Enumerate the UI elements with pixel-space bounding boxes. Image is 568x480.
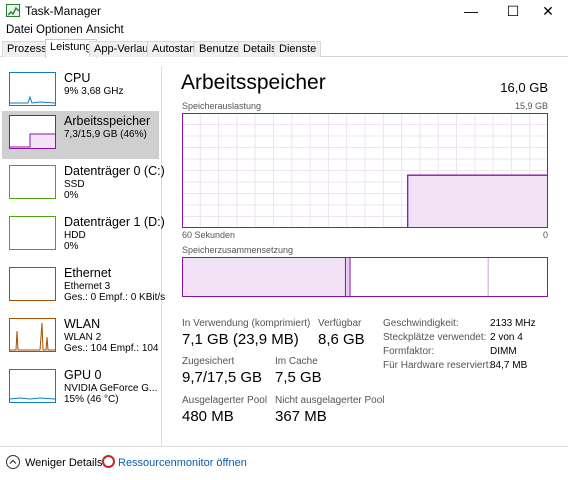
task-manager-icon (6, 4, 20, 17)
total-memory: 16,0 GB (500, 80, 548, 95)
memory-usage-chart (182, 113, 548, 228)
performance-sidebar: CPU 9% 3,68 GHz Arbeitsspeicher 7,3/15,9… (0, 66, 165, 446)
usage-chart-max: 15,9 GB (514, 101, 548, 111)
fewer-details-button[interactable]: Weniger Details (25, 457, 102, 469)
sidebar-item-label: GPU 0 (64, 368, 102, 382)
wlan-mini-graph (9, 318, 56, 352)
sidebar-item-detail: Ges.: 104 Empf.: 104 KBit/s (64, 343, 159, 354)
stat-value: 480 MB (182, 408, 234, 425)
sidebar-item-detail: HDD (64, 230, 86, 241)
sidebar-item-cpu[interactable]: CPU 9% 3,68 GHz (2, 68, 159, 116)
prop-label-form-factor: Formfaktor: (383, 346, 435, 357)
menu-ansicht[interactable]: Ansicht (86, 24, 124, 36)
sidebar-item-detail: WLAN 2 (64, 332, 102, 343)
prop-label-hardware-reserved: Für Hardware reserviert: (383, 360, 492, 371)
resource-monitor-icon (102, 455, 115, 468)
cpu-mini-graph (9, 72, 56, 106)
close-button[interactable]: ✕ (532, 0, 564, 22)
memory-composition-chart (182, 257, 548, 297)
sidebar-item-label: Datenträger 0 (C:) (64, 164, 165, 178)
title-bar: Task-Manager — ☐ ✕ (0, 0, 568, 22)
sidebar-item-label: Datenträger 1 (D:) (64, 215, 165, 229)
sidebar-item-detail: NVIDIA GeForce G... (64, 383, 158, 394)
window-title: Task-Manager (25, 4, 102, 18)
disk-0-mini-graph (9, 165, 56, 199)
stat-in-use: In Verwendung (komprimiert) 7,1 GB (23,9… (182, 318, 310, 348)
memory-usage-area (407, 175, 548, 228)
stat-label: In Verwendung (komprimiert) (182, 318, 311, 329)
sidebar-item-wlan[interactable]: WLAN WLAN 2 Ges.: 104 Empf.: 104 KBit/s (2, 314, 159, 362)
prop-label-speed: Geschwindigkeit: (383, 318, 459, 329)
prop-label-slots: Steckplätze verwendet: (383, 332, 487, 343)
page-title: Arbeitsspeicher (181, 71, 326, 94)
prop-value-form-factor: DIMM (490, 346, 517, 357)
stat-value: 7,5 GB (275, 369, 322, 386)
menu-optionen[interactable]: Optionen (36, 24, 83, 36)
sidebar-item-disk-1[interactable]: Datenträger 1 (D:) HDD 0% (2, 212, 165, 260)
sidebar-item-detail: SSD (64, 179, 85, 190)
stat-paged-pool: Ausgelagerter Pool 480 MB (182, 395, 267, 425)
maximize-button[interactable]: ☐ (497, 0, 529, 22)
memory-mini-graph (9, 115, 56, 149)
chevron-up-icon[interactable] (6, 455, 20, 469)
stat-label: Verfügbar (318, 318, 362, 329)
disk-1-mini-graph (9, 216, 56, 250)
stat-value: 9,7/17,5 GB (182, 369, 263, 386)
composition-modified (345, 257, 351, 297)
prop-value-slots: 2 von 4 (490, 332, 523, 343)
stat-committed: Zugesichert 9,7/17,5 GB (182, 356, 262, 386)
stat-cached: Im Cache 7,5 GB (275, 356, 322, 386)
gpu-mini-graph (9, 369, 56, 403)
tab-dienste[interactable]: Dienste (274, 41, 322, 57)
resource-monitor-link[interactable]: Ressourcenmonitor öffnen (118, 457, 247, 469)
x-axis-start-label: 60 Sekunden (182, 230, 236, 240)
composition-in-use (182, 257, 346, 297)
sidebar-item-detail: 0% (64, 241, 79, 252)
stat-label: Nicht ausgelagerter Pool (275, 395, 385, 406)
sidebar-item-label: WLAN (64, 317, 101, 331)
stat-available: Verfügbar 8,6 GB (318, 318, 365, 348)
composition-free (488, 257, 548, 297)
usage-chart-label: Speicherauslastung (182, 101, 262, 111)
prop-value-hardware-reserved: 84,7 MB (490, 360, 528, 371)
sidebar-item-disk-0[interactable]: Datenträger 0 (C:) SSD 0% (2, 161, 165, 209)
stat-value: 7,1 GB (23,9 MB) (182, 331, 299, 348)
sidebar-item-memory[interactable]: Arbeitsspeicher 7,3/15,9 GB (46%) (2, 111, 159, 159)
stat-value: 8,6 GB (318, 331, 365, 348)
composition-chart-label: Speicherzusammensetzung (182, 245, 294, 255)
x-axis-end-label: 0 (542, 230, 548, 240)
stat-label: Zugesichert (182, 356, 235, 367)
sidebar-item-label: CPU (64, 71, 91, 85)
tab-autostart[interactable]: Autostart (147, 41, 202, 57)
prop-value-speed: 2133 MHz (490, 318, 536, 329)
menu-bar: Datei Optionen Ansicht (0, 22, 568, 40)
stat-label: Im Cache (275, 356, 318, 367)
sidebar-item-label: Ethernet (64, 266, 112, 280)
sidebar-item-detail: 15% (46 °C) (64, 394, 119, 405)
menu-datei[interactable]: Datei (6, 24, 33, 36)
sidebar-item-ethernet[interactable]: Ethernet Ethernet 3 Ges.: 0 Empf.: 0 KBi… (2, 263, 165, 311)
sidebar-item-detail: 0% (64, 190, 79, 201)
minimize-button[interactable]: — (455, 0, 487, 22)
stat-label: Ausgelagerter Pool (182, 395, 268, 406)
sidebar-item-detail: Ethernet 3 (64, 281, 111, 292)
sidebar-item-gpu[interactable]: GPU 0 NVIDIA GeForce G... 15% (46 °C) (2, 365, 159, 413)
composition-standby (350, 257, 489, 297)
ethernet-mini-graph (9, 267, 56, 301)
stat-nonpaged-pool: Nicht ausgelagerter Pool 367 MB (275, 395, 385, 425)
sidebar-item-detail: Ges.: 0 Empf.: 0 KBit/s (64, 292, 166, 303)
sidebar-item-detail: 7,3/15,9 GB (46%) (64, 129, 147, 140)
stat-value: 367 MB (275, 408, 327, 425)
sidebar-item-detail: 9% 3,68 GHz (64, 86, 124, 97)
footer-bar: Weniger Details Ressourcenmonitor öffnen (0, 446, 568, 480)
tab-strip: Prozesse Leistung App-Verlauf Autostart … (0, 39, 568, 58)
sidebar-item-label: Arbeitsspeicher (64, 114, 151, 128)
